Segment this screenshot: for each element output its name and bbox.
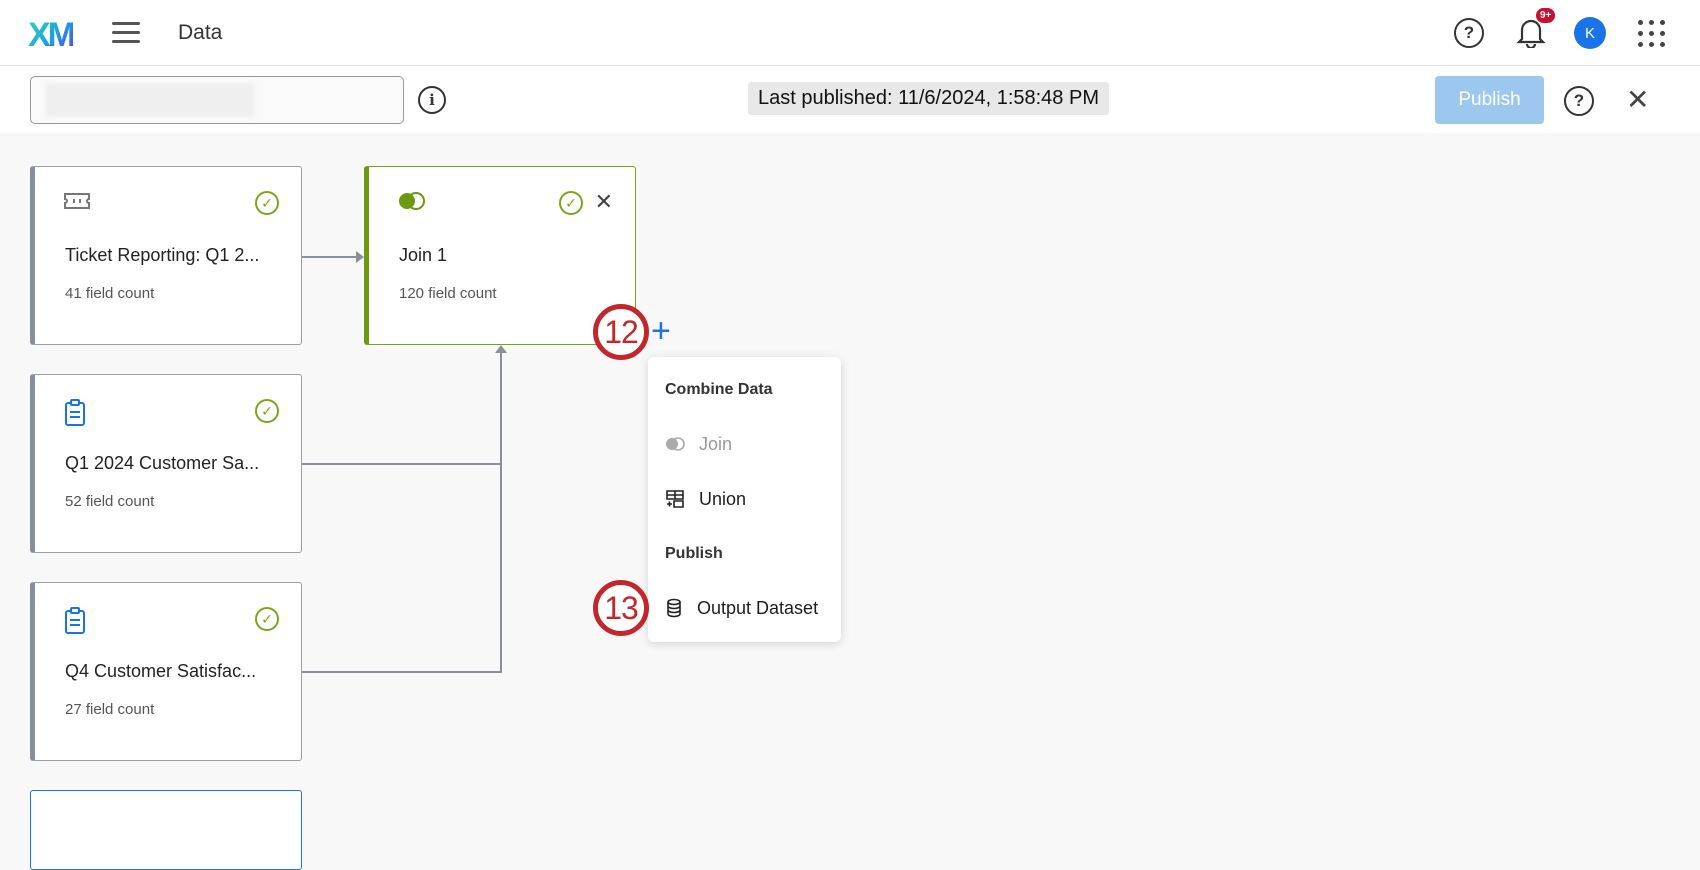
- info-icon[interactable]: i: [418, 86, 446, 114]
- menu-section-header: Combine Data: [665, 381, 773, 398]
- field-count: 52 field count: [65, 493, 155, 510]
- source-card[interactable]: ✓ Ticket Reporting: Q1 2... 41 field cou…: [30, 166, 302, 345]
- menu-item-union[interactable]: Union: [665, 482, 835, 516]
- connector: [500, 352, 502, 673]
- connector: [302, 671, 502, 673]
- field-count: 41 field count: [65, 285, 155, 302]
- card-name: Ticket Reporting: Q1 2...: [65, 245, 260, 265]
- arrow-head: [495, 345, 507, 353]
- add-step-icon[interactable]: +: [651, 314, 671, 348]
- avatar[interactable]: K: [1574, 17, 1606, 49]
- menu-item-label: Join: [699, 433, 733, 454]
- connector: [302, 256, 360, 258]
- publish-button[interactable]: Publish: [1435, 76, 1544, 124]
- new-source-card[interactable]: [30, 790, 302, 870]
- join-icon: [399, 192, 425, 210]
- survey-icon: [65, 607, 85, 634]
- menu-item-join[interactable]: Join: [665, 427, 835, 461]
- ticket-icon: [64, 193, 90, 209]
- annotation-badge: 12: [593, 304, 649, 360]
- remove-icon[interactable]: ✕: [595, 189, 613, 215]
- project-name-input[interactable]: [30, 76, 404, 124]
- menu-item-label: Union: [699, 488, 747, 509]
- notification-badge: 9+: [1536, 8, 1556, 23]
- add-step-menu: Combine Data Join Union Publish Output D…: [648, 357, 841, 642]
- last-published-status: Last published: 11/6/2024, 1:58:48 PM: [748, 82, 1109, 115]
- source-card[interactable]: ✓ Q1 2024 Customer Sa... 52 field count: [30, 374, 302, 553]
- card-name: Q4 Customer Satisfac...: [65, 661, 257, 681]
- field-count: 120 field count: [399, 285, 497, 302]
- source-card[interactable]: ✓ Q4 Customer Satisfac... 27 field count: [30, 582, 302, 761]
- check-icon: ✓: [255, 607, 279, 631]
- help-icon[interactable]: ?: [1564, 86, 1594, 116]
- survey-icon: [65, 399, 85, 426]
- apps-grid-icon[interactable]: [1638, 20, 1665, 47]
- connector: [302, 463, 502, 465]
- card-name: Join 1: [399, 245, 448, 265]
- database-icon: [667, 598, 681, 618]
- page-title: Data: [178, 21, 223, 44]
- menu-item-output-dataset[interactable]: Output Dataset: [665, 591, 835, 625]
- close-icon[interactable]: ✕: [1626, 86, 1649, 114]
- menu-section-header: Publish: [665, 545, 723, 562]
- arrow-head: [356, 251, 364, 263]
- join-icon: [666, 437, 685, 451]
- check-icon: ✓: [255, 191, 279, 215]
- union-icon: [666, 490, 684, 508]
- annotation-badge: 13: [593, 580, 649, 636]
- help-icon[interactable]: ?: [1454, 18, 1484, 48]
- check-icon: ✓: [559, 191, 583, 215]
- check-icon: ✓: [255, 399, 279, 423]
- top-header: XM Data ? 9+ K: [0, 0, 1700, 66]
- xm-logo[interactable]: XM: [28, 16, 76, 55]
- menu-item-label: Output Dataset: [697, 597, 819, 618]
- menu-icon[interactable]: [112, 22, 140, 43]
- card-name: Q1 2024 Customer Sa...: [65, 453, 260, 473]
- field-count: 27 field count: [65, 701, 155, 718]
